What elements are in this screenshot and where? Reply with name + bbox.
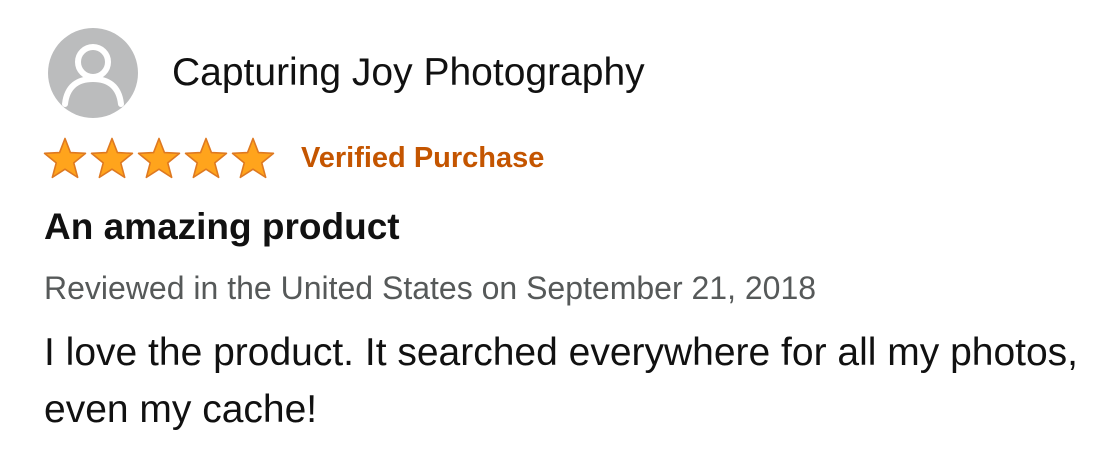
review-body: I love the product. It searched everywhe… (44, 331, 1079, 431)
user-avatar-icon[interactable] (48, 28, 138, 118)
verified-purchase-badge: Verified Purchase (301, 142, 545, 174)
star-icon (231, 137, 275, 179)
review-title[interactable]: An amazing product (44, 205, 400, 249)
star-icon (90, 137, 134, 179)
person-silhouette (62, 44, 124, 107)
reviewer-name[interactable]: Capturing Joy Photography (172, 50, 645, 96)
star-icon (137, 137, 181, 179)
review-date: Reviewed in the United States on Septemb… (44, 270, 817, 306)
star-icon (43, 137, 87, 179)
star-rating[interactable] (42, 137, 282, 181)
review-card: Capturing Joy Photography Verified Purch… (0, 0, 1103, 458)
star-icon (184, 137, 228, 179)
